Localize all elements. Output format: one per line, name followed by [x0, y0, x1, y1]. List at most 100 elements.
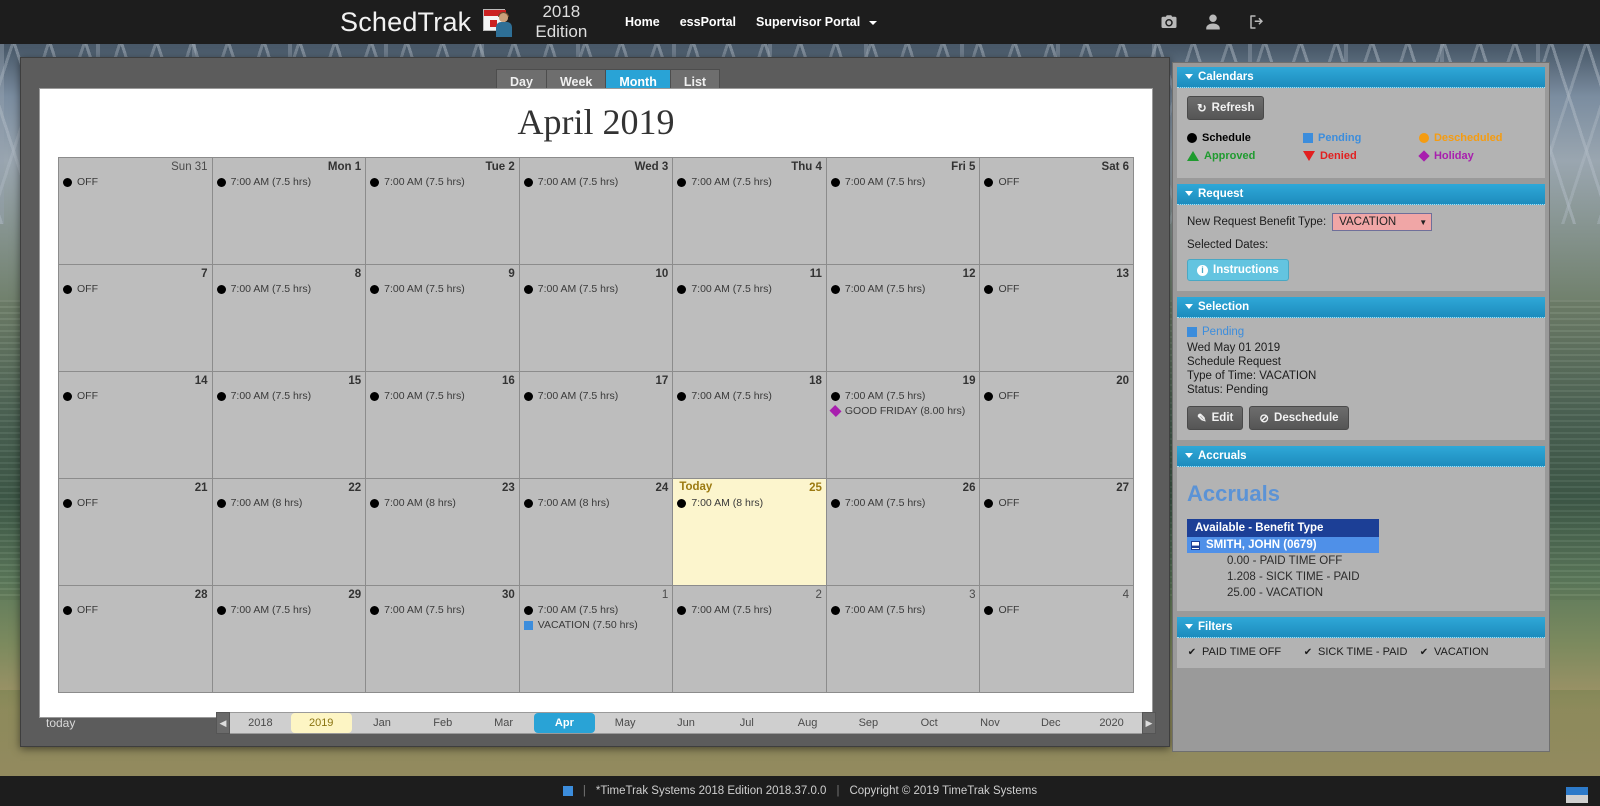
calendar-event[interactable]: 7:00 AM (7.5 hrs): [677, 282, 822, 296]
calendar-day-cell[interactable]: 27 OFF: [980, 479, 1135, 586]
calendar-event[interactable]: 7:00 AM (7.5 hrs): [216, 175, 362, 189]
panel-accruals-header[interactable]: Accruals: [1177, 446, 1545, 467]
panel-filters-header[interactable]: Filters: [1177, 617, 1545, 638]
calendar-event[interactable]: 7:00 AM (7.5 hrs): [830, 389, 976, 403]
calendar-event[interactable]: 7:00 AM (7.5 hrs): [216, 389, 362, 403]
filter-item-sick-time-paid[interactable]: ✔ SICK TIME - PAID: [1303, 646, 1419, 658]
user-icon[interactable]: [1204, 13, 1222, 31]
calendar-day-cell[interactable]: 17 7:00 AM (7.5 hrs): [519, 372, 674, 479]
panel-calendars-header[interactable]: Calendars: [1177, 67, 1545, 88]
scroller-tick-dec[interactable]: Dec: [1020, 713, 1081, 733]
calendar-day-cell[interactable]: Mon 1 7:00 AM (7.5 hrs): [212, 158, 367, 265]
calendar-day-cell[interactable]: 3 7:00 AM (7.5 hrs): [826, 586, 981, 693]
calendar-event[interactable]: 7:00 AM (7.5 hrs): [677, 175, 822, 189]
calendar-day-cell[interactable]: 29 7:00 AM (7.5 hrs): [212, 586, 367, 693]
filter-item-vacation[interactable]: ✔ VACATION: [1419, 646, 1535, 658]
calendar-day-cell[interactable]: 14 OFF: [59, 372, 213, 479]
today-button[interactable]: today: [46, 716, 75, 730]
calendar-day-cell[interactable]: 18 7:00 AM (7.5 hrs): [673, 372, 827, 479]
filter-item-paid-time-off[interactable]: ✔ PAID TIME OFF: [1187, 646, 1303, 658]
calendar-event[interactable]: 7:00 AM (8 hrs): [677, 496, 822, 510]
checkbox-checked-icon[interactable]: ✔: [1303, 647, 1313, 658]
calendar-day-cell[interactable]: Tue 2 7:00 AM (7.5 hrs): [366, 158, 520, 265]
calendar-day-cell[interactable]: 16 7:00 AM (7.5 hrs): [366, 372, 520, 479]
calendar-event[interactable]: 7:00 AM (7.5 hrs): [830, 175, 976, 189]
calendar-event[interactable]: 7:00 AM (7.5 hrs): [830, 282, 976, 296]
calendar-event[interactable]: 7:00 AM (7.5 hrs): [523, 603, 669, 617]
calendar-event[interactable]: OFF: [984, 175, 1129, 189]
chevron-left-icon[interactable]: ◀: [216, 712, 230, 734]
calendar-day-cell[interactable]: 10 7:00 AM (7.5 hrs): [519, 265, 674, 372]
sign-out-icon[interactable]: [1248, 13, 1266, 31]
calendar-event[interactable]: OFF: [63, 603, 208, 617]
calendar-event[interactable]: 7:00 AM (7.5 hrs): [830, 603, 976, 617]
calendar-day-cell[interactable]: 30 7:00 AM (7.5 hrs): [366, 586, 520, 693]
calendar-event[interactable]: 7:00 AM (8 hrs): [216, 496, 362, 510]
calendar-day-cell[interactable]: Wed 3 7:00 AM (7.5 hrs): [519, 158, 674, 265]
instructions-button[interactable]: i Instructions: [1187, 259, 1289, 281]
scroller-tick-may[interactable]: May: [595, 713, 656, 733]
calendar-event[interactable]: 7:00 AM (7.5 hrs): [523, 282, 669, 296]
scroller-tick-jul[interactable]: Jul: [716, 713, 777, 733]
calendar-event[interactable]: 7:00 AM (7.5 hrs): [677, 603, 822, 617]
scroller-tick-aug[interactable]: Aug: [777, 713, 838, 733]
scroller-tick-oct[interactable]: Oct: [899, 713, 960, 733]
calendar-event[interactable]: 7:00 AM (7.5 hrs): [830, 496, 976, 510]
chevron-right-icon[interactable]: ▶: [1142, 712, 1156, 734]
refresh-button[interactable]: ↻ Refresh: [1187, 96, 1265, 120]
calendar-event[interactable]: 7:00 AM (7.5 hrs): [523, 389, 669, 403]
calendar-day-cell[interactable]: 12 7:00 AM (7.5 hrs): [826, 265, 981, 372]
calendar-event[interactable]: 7:00 AM (7.5 hrs): [523, 175, 669, 189]
scroller-tick-sep[interactable]: Sep: [838, 713, 899, 733]
scroller-tick-apr[interactable]: Apr: [533, 713, 595, 733]
calendar-event[interactable]: VACATION (7.50 hrs): [523, 618, 669, 632]
calendar-day-cell[interactable]: Sat 6 OFF: [980, 158, 1135, 265]
panel-selection-header[interactable]: Selection: [1177, 297, 1545, 318]
collapse-icon[interactable]: ▬: [1191, 540, 1200, 550]
nav-link-essportal[interactable]: essPortal: [670, 9, 746, 35]
scroller-tick-2020[interactable]: 2020: [1081, 713, 1142, 733]
benefit-type-select[interactable]: VACATION ▼: [1332, 213, 1433, 231]
nav-link-supervisor-portal[interactable]: Supervisor Portal: [746, 9, 887, 35]
calendar-day-cell[interactable]: 26 7:00 AM (7.5 hrs): [826, 479, 981, 586]
calendar-event[interactable]: 7:00 AM (8 hrs): [370, 496, 515, 510]
checkbox-checked-icon[interactable]: ✔: [1419, 647, 1429, 658]
calendar-day-cell[interactable]: 22 7:00 AM (8 hrs): [212, 479, 367, 586]
calendar-day-cell[interactable]: 11 7:00 AM (7.5 hrs): [673, 265, 827, 372]
calendar-day-cell[interactable]: 8 7:00 AM (7.5 hrs): [212, 265, 367, 372]
calendar-day-cell[interactable]: 19 7:00 AM (7.5 hrs) GOOD FRIDAY (8.00 hrs…: [826, 372, 981, 479]
calendar-event[interactable]: 7:00 AM (7.5 hrs): [216, 603, 362, 617]
calendar-day-cell[interactable]: 7 OFF: [59, 265, 213, 372]
calendar-event[interactable]: 7:00 AM (7.5 hrs): [216, 282, 362, 296]
calendar-event[interactable]: GOOD FRIDAY (8.00 hrs): [829, 404, 976, 418]
edit-button[interactable]: ✎ Edit: [1187, 406, 1244, 430]
calendar-day-cell[interactable]: 1 7:00 AM (7.5 hrs) VACATION (7.50 hrs): [519, 586, 674, 693]
calendar-day-cell[interactable]: 24 7:00 AM (8 hrs): [519, 479, 674, 586]
calendar-day-cell[interactable]: 20 OFF: [980, 372, 1135, 479]
checkbox-checked-icon[interactable]: ✔: [1187, 647, 1197, 658]
accruals-employee-row[interactable]: ▬ SMITH, JOHN (0679): [1187, 537, 1379, 553]
scroller-tick-mar[interactable]: Mar: [473, 713, 534, 733]
calendar-event[interactable]: OFF: [63, 389, 208, 403]
calendar-day-cell[interactable]: 15 7:00 AM (7.5 hrs): [212, 372, 367, 479]
scroller-tick-2018[interactable]: 2018: [230, 713, 291, 733]
scroller-tick-jun[interactable]: Jun: [656, 713, 717, 733]
calendar-day-cell[interactable]: 4 OFF: [980, 586, 1135, 693]
date-scroller-track[interactable]: 2018 2019 Jan Feb Mar Apr May Jun Jul Aug Sep Oct No…: [230, 712, 1142, 734]
calendar-event[interactable]: 7:00 AM (7.5 hrs): [370, 282, 515, 296]
deschedule-button[interactable]: ⊘ Deschedule: [1249, 406, 1349, 430]
calendar-event[interactable]: OFF: [984, 496, 1129, 510]
panel-request-header[interactable]: Request: [1177, 184, 1545, 205]
calendar-day-cell[interactable]: 21 OFF: [59, 479, 213, 586]
calendar-event[interactable]: OFF: [984, 603, 1129, 617]
calendar-day-cell[interactable]: Today 25 7:00 AM (8 hrs): [673, 479, 827, 586]
calendar-event[interactable]: 7:00 AM (7.5 hrs): [370, 175, 515, 189]
calendar-day-cell[interactable]: Thu 4 7:00 AM (7.5 hrs): [673, 158, 827, 265]
calendar-day-cell[interactable]: 2 7:00 AM (7.5 hrs): [673, 586, 827, 693]
calendar-day-cell[interactable]: Sun 31 OFF: [59, 158, 213, 265]
calendar-event[interactable]: OFF: [984, 282, 1129, 296]
calendar-event[interactable]: OFF: [63, 496, 208, 510]
calendar-day-cell[interactable]: 9 7:00 AM (7.5 hrs): [366, 265, 520, 372]
calendar-day-cell[interactable]: 23 7:00 AM (8 hrs): [366, 479, 520, 586]
scroller-tick-nov[interactable]: Nov: [960, 713, 1021, 733]
